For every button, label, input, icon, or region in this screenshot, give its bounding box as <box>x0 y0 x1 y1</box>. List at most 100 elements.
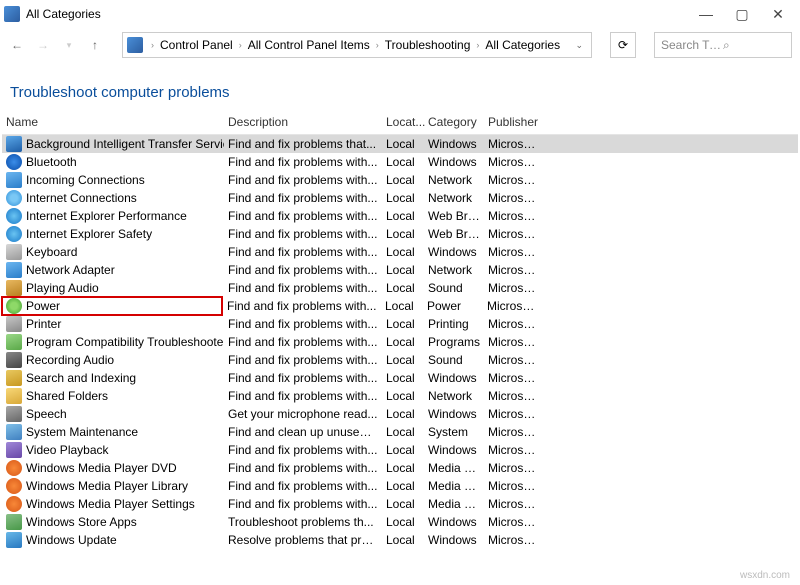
window-controls: — ▢ ✕ <box>688 3 796 25</box>
table-row[interactable]: Windows Media Player DVDFind and fix pro… <box>2 459 798 477</box>
cell-publisher: Microso... <box>484 515 542 529</box>
item-icon <box>6 460 22 476</box>
cell-publisher: Microso... <box>484 317 542 331</box>
page-title: Troubleshoot computer problems <box>0 62 800 113</box>
item-icon <box>6 136 22 152</box>
cell-description: Find and fix problems with... <box>224 497 382 511</box>
maximize-button[interactable]: ▢ <box>724 3 760 25</box>
forward-icon[interactable]: → <box>34 36 52 54</box>
back-icon[interactable]: ← <box>8 36 26 54</box>
cell-location: Local <box>382 317 424 331</box>
table-row[interactable]: BluetoothFind and fix problems with...Lo… <box>2 153 798 171</box>
chevron-right-icon[interactable]: › <box>472 40 483 50</box>
cell-location: Local <box>382 155 424 169</box>
table-row[interactable]: Internet Explorer PerformanceFind and fi… <box>2 207 798 225</box>
cell-description: Find and fix problems with... <box>224 335 382 349</box>
col-publisher[interactable]: Publisher <box>484 113 542 131</box>
cell-name: Printer <box>2 316 224 332</box>
table-row[interactable]: Windows UpdateResolve problems that pre.… <box>2 531 798 549</box>
table-row[interactable]: System MaintenanceFind and clean up unus… <box>2 423 798 441</box>
crumb-all-items[interactable]: All Control Panel Items <box>246 38 372 52</box>
cell-name: Network Adapter <box>2 262 224 278</box>
cell-publisher: Microso... <box>484 263 542 277</box>
crumb-control-panel[interactable]: Control Panel <box>158 38 235 52</box>
recent-dropdown-icon[interactable]: ▾ <box>60 36 78 54</box>
item-icon <box>6 226 22 242</box>
address-bar[interactable]: › Control Panel › All Control Panel Item… <box>122 32 592 58</box>
cell-location: Local <box>382 461 424 475</box>
cell-description: Find and fix problems with... <box>224 371 382 385</box>
item-icon <box>6 424 22 440</box>
cell-location: Local <box>382 407 424 421</box>
minimize-button[interactable]: — <box>688 3 724 25</box>
table-row[interactable]: Shared FoldersFind and fix problems with… <box>2 387 798 405</box>
breadcrumb: › Control Panel › All Control Panel Item… <box>147 38 567 52</box>
refresh-button[interactable]: ⟳ <box>610 32 636 58</box>
cell-name: Windows Store Apps <box>2 514 224 530</box>
table-row[interactable]: Background Intelligent Transfer ServiceF… <box>2 135 798 153</box>
item-name: Power <box>26 299 60 313</box>
col-location[interactable]: Locat... <box>382 113 424 131</box>
table-row[interactable]: PowerFind and fix problems with...LocalP… <box>2 297 798 315</box>
item-name: Recording Audio <box>26 353 114 367</box>
item-icon <box>6 406 22 422</box>
table-row[interactable]: KeyboardFind and fix problems with...Loc… <box>2 243 798 261</box>
cell-publisher: Microso... <box>484 173 542 187</box>
item-name: Video Playback <box>26 443 109 457</box>
col-category[interactable]: Category <box>424 113 484 131</box>
table-row[interactable]: Windows Store AppsTroubleshoot problems … <box>2 513 798 531</box>
cell-publisher: Microso... <box>484 425 542 439</box>
col-description[interactable]: Description <box>224 113 382 131</box>
window-title: All Categories <box>26 7 688 21</box>
col-name[interactable]: Name <box>2 113 224 131</box>
address-dropdown-icon[interactable]: ⌄ <box>571 40 587 51</box>
table-row[interactable]: Incoming ConnectionsFind and fix problem… <box>2 171 798 189</box>
table-row[interactable]: Playing AudioFind and fix problems with.… <box>2 279 798 297</box>
up-icon[interactable]: ↑ <box>86 36 104 54</box>
table-row[interactable]: Video PlaybackFind and fix problems with… <box>2 441 798 459</box>
table-row[interactable]: Windows Media Player SettingsFind and fi… <box>2 495 798 513</box>
table-row[interactable]: Internet Explorer SafetyFind and fix pro… <box>2 225 798 243</box>
chevron-right-icon[interactable]: › <box>235 40 246 50</box>
item-name: Search and Indexing <box>26 371 136 385</box>
cell-description: Find and fix problems with... <box>224 389 382 403</box>
table-row[interactable]: Search and Indexing Find and fix problems… <box>2 369 798 387</box>
cell-publisher: Microso... <box>484 371 542 385</box>
item-name: Playing Audio <box>26 281 99 295</box>
close-button[interactable]: ✕ <box>760 3 796 25</box>
table-row[interactable]: Program Compatibility TroubleshooterFind… <box>2 333 798 351</box>
table-row[interactable]: Windows Media Player LibraryFind and fix… <box>2 477 798 495</box>
cell-name: Program Compatibility Troubleshooter <box>2 334 224 350</box>
cell-name: Internet Explorer Performance <box>2 208 224 224</box>
cell-publisher: Microso... <box>484 479 542 493</box>
cell-description: Find and fix problems with... <box>224 263 382 277</box>
cell-name: Bluetooth <box>2 154 224 170</box>
cell-name: Recording Audio <box>2 352 224 368</box>
cell-name: Playing Audio <box>2 280 224 296</box>
cell-publisher: Microso... <box>484 227 542 241</box>
table-row[interactable]: SpeechGet your microphone read...LocalWi… <box>2 405 798 423</box>
chevron-right-icon[interactable]: › <box>147 40 158 50</box>
nav-arrow-group: ← → ▾ ↑ <box>8 36 104 54</box>
cell-description: Find and fix problems with... <box>224 245 382 259</box>
address-bar-icon <box>127 37 143 53</box>
cell-location: Local <box>381 299 423 313</box>
cell-location: Local <box>382 425 424 439</box>
table-row[interactable]: Recording AudioFind and fix problems wit… <box>2 351 798 369</box>
crumb-all-categories[interactable]: All Categories <box>483 38 562 52</box>
cell-description: Find and fix problems with... <box>224 479 382 493</box>
search-icon: ⌕ <box>723 38 785 53</box>
cell-location: Local <box>382 209 424 223</box>
table-row[interactable]: PrinterFind and fix problems with...Loca… <box>2 315 798 333</box>
table-row[interactable]: Internet ConnectionsFind and fix problem… <box>2 189 798 207</box>
crumb-troubleshooting[interactable]: Troubleshooting <box>383 38 473 52</box>
table-row[interactable]: Network AdapterFind and fix problems wit… <box>2 261 798 279</box>
search-input[interactable]: Search Troubleshoot... ⌕ <box>654 32 792 58</box>
cell-name: Internet Connections <box>2 190 224 206</box>
item-icon <box>6 298 22 314</box>
item-name: Windows Update <box>26 533 117 547</box>
item-name: Program Compatibility Troubleshooter <box>26 335 224 349</box>
cell-publisher: Microso... <box>484 407 542 421</box>
chevron-right-icon[interactable]: › <box>372 40 383 50</box>
cell-category: Windows <box>424 371 484 385</box>
